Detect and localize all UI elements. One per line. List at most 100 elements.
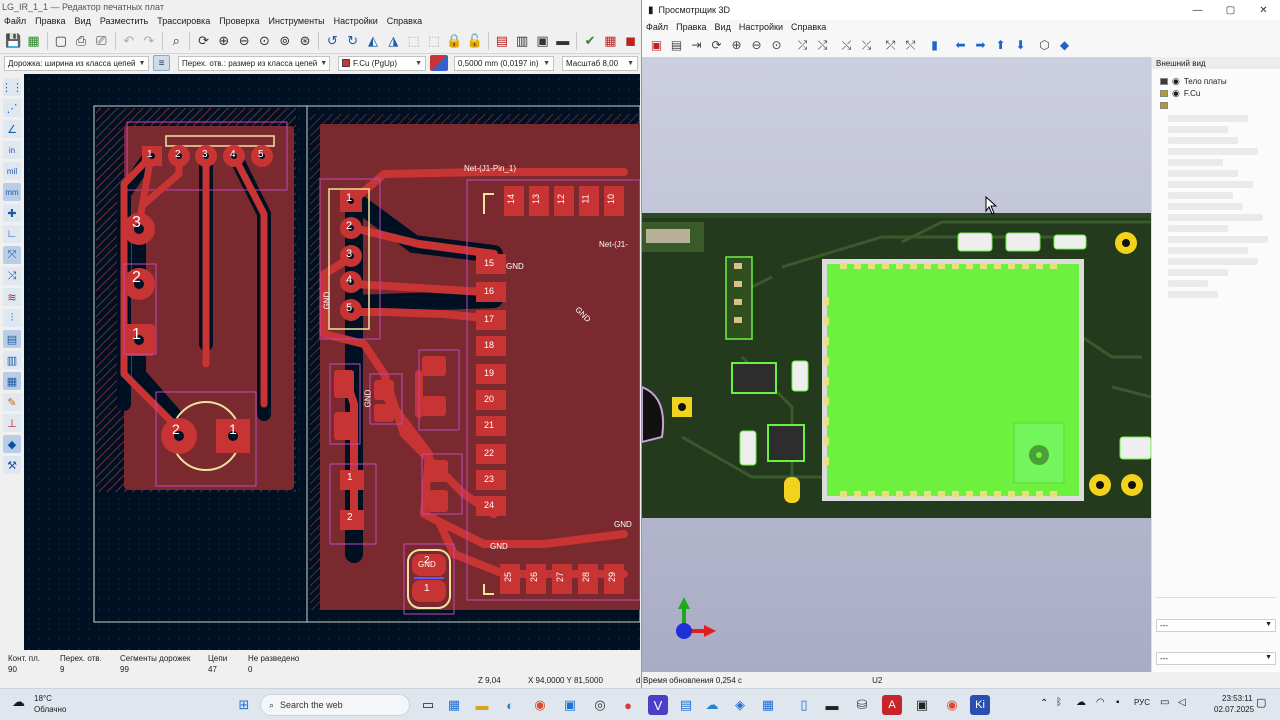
- wifi-icon[interactable]: ◠: [1096, 697, 1105, 708]
- app-icon[interactable]: ◈: [730, 695, 750, 715]
- net-highlight-icon[interactable]: ✎: [3, 393, 21, 411]
- find-icon[interactable]: ⌕: [167, 31, 185, 50]
- board-setup-icon[interactable]: ▦: [24, 31, 42, 50]
- ungroup-icon[interactable]: ⬚: [425, 31, 443, 50]
- layer-row-fcu[interactable]: ◉ F.Cu: [1152, 87, 1280, 99]
- grid-override-icon[interactable]: ⋰: [3, 99, 21, 117]
- rotate-y-ccw-icon[interactable]: ⤰: [858, 37, 875, 54]
- ratsnest-icon[interactable]: ⤧: [3, 246, 21, 264]
- menu-place[interactable]: Разместить: [100, 16, 148, 26]
- rotate-z-cw-icon[interactable]: ⤱: [882, 37, 899, 54]
- taskbar-search[interactable]: ⌕ Search the web: [260, 694, 410, 716]
- units-mil-icon[interactable]: mil: [3, 162, 21, 180]
- footprint-editor-icon[interactable]: ▬: [554, 31, 572, 50]
- grid-select[interactable]: 0,5000 mm (0,0197 in) ▼: [454, 55, 554, 71]
- v-menu-file[interactable]: Файл: [646, 22, 668, 32]
- zoom-select[interactable]: Масштаб 8,00 ▼: [562, 55, 638, 71]
- menu-inspect[interactable]: Проверка: [219, 16, 259, 26]
- v-menu-view[interactable]: Вид: [715, 22, 731, 32]
- lock-icon[interactable]: 🔒: [445, 31, 463, 50]
- rotate-ccw-icon[interactable]: ↺: [323, 31, 341, 50]
- print-icon[interactable]: ⎙: [72, 31, 90, 50]
- chrome-icon[interactable]: ◉: [942, 695, 962, 715]
- task-view-icon[interactable]: ▭: [418, 695, 438, 715]
- ortho-icon[interactable]: ⬡: [1036, 37, 1053, 54]
- reload-icon[interactable]: ⟳: [708, 37, 725, 54]
- via-size-select[interactable]: Перех. отв.: размер из класса цепей ▼: [178, 55, 330, 71]
- flip-board-icon[interactable]: ▮: [926, 37, 943, 54]
- store-icon[interactable]: ▣: [560, 695, 580, 715]
- console-icon[interactable]: ▣: [912, 695, 932, 715]
- mirror-icon[interactable]: ◮: [384, 31, 402, 50]
- file-explorer-icon[interactable]: ▬: [472, 695, 492, 715]
- app-icon[interactable]: ◎: [590, 695, 610, 715]
- zoom-fit-icon[interactable]: ⊙: [255, 31, 273, 50]
- drc-icon[interactable]: ✔: [581, 31, 599, 50]
- terminal-icon[interactable]: ▬: [822, 695, 842, 715]
- curved-ratsnest-icon[interactable]: ⤨: [3, 267, 21, 285]
- save-icon[interactable]: 💾: [4, 31, 22, 50]
- zoom-selection-icon[interactable]: ⊛: [296, 31, 314, 50]
- track-auto-width-icon[interactable]: ≡: [153, 55, 170, 71]
- viewer3d-canvas[interactable]: [642, 57, 1151, 672]
- rotate-x-cw-icon[interactable]: ⤮: [794, 37, 811, 54]
- cloud-icon[interactable]: ☁: [1076, 697, 1086, 708]
- refresh-icon[interactable]: ⟳: [194, 31, 212, 50]
- clock-date[interactable]: 02.07.2025: [1214, 705, 1254, 714]
- angle-icon[interactable]: ∟: [3, 225, 21, 243]
- unlock-icon[interactable]: 🔓: [465, 31, 483, 50]
- v-zoom-in-icon[interactable]: ⊕: [728, 37, 745, 54]
- v-zoom-out-icon[interactable]: ⊖: [748, 37, 765, 54]
- app-icon[interactable]: ☁: [702, 695, 722, 715]
- edge-icon[interactable]: ◐: [500, 695, 520, 715]
- layer-row[interactable]: [1152, 99, 1280, 111]
- app-icon[interactable]: ▦: [758, 695, 778, 715]
- viewport-select[interactable]: --- ▼: [1156, 652, 1276, 665]
- chat-icon[interactable]: ▦: [444, 695, 464, 715]
- start-icon[interactable]: ⊞: [234, 695, 254, 715]
- appearance-panel-icon[interactable]: ◆: [1056, 37, 1073, 54]
- netlist-icon[interactable]: ▤: [493, 31, 511, 50]
- bluetooth-icon[interactable]: ᛒ: [1056, 697, 1062, 708]
- chrome-icon[interactable]: ◉: [530, 695, 550, 715]
- layer-pair-icon[interactable]: [430, 55, 448, 71]
- rotate-y-cw-icon[interactable]: ⤯: [838, 37, 855, 54]
- layer-swatch[interactable]: [1160, 77, 1168, 85]
- menu-help[interactable]: Справка: [387, 16, 422, 26]
- v-zoom-fit-icon[interactable]: ⊙: [768, 37, 785, 54]
- tray-chevron-icon[interactable]: ⌃: [1040, 698, 1048, 709]
- weather-temp[interactable]: 18°C: [34, 694, 52, 703]
- units-inch-icon[interactable]: in: [3, 141, 21, 159]
- zoom-out-icon[interactable]: ⊖: [235, 31, 253, 50]
- track-width-select[interactable]: Дорожка: ширина из класса цепей ▼: [4, 55, 149, 71]
- weather-desc[interactable]: Облачно: [34, 705, 66, 714]
- visual-studio-icon[interactable]: V: [648, 695, 668, 715]
- group-icon[interactable]: ⬚: [404, 31, 422, 50]
- cursor-shape-icon[interactable]: ✚: [3, 204, 21, 222]
- app-tray-icon[interactable]: ▪: [1116, 697, 1120, 708]
- pcb-canvas[interactable]: 1 2 3 4 5 3 2 1 2 1 1 2 3 4 5 Net-(J1-Pi…: [24, 74, 640, 650]
- zoom-in-icon[interactable]: ⊕: [215, 31, 233, 50]
- redo-icon[interactable]: ↷: [140, 31, 158, 50]
- weather-icon[interactable]: ☁: [12, 694, 25, 710]
- render-raytrace-icon[interactable]: ▣: [648, 37, 665, 54]
- menu-edit[interactable]: Правка: [35, 16, 65, 26]
- plot-icon[interactable]: ⎚: [92, 31, 110, 50]
- via-outline-icon[interactable]: ⫶: [3, 309, 21, 327]
- polar-coords-icon[interactable]: ∠: [3, 120, 21, 138]
- export-icon[interactable]: ⇥: [688, 37, 705, 54]
- track-outline-icon[interactable]: ≋: [3, 288, 21, 306]
- plugin-icon[interactable]: ◼: [622, 31, 640, 50]
- rotate-x-ccw-icon[interactable]: ⤭: [814, 37, 831, 54]
- kicad-icon[interactable]: Ki: [970, 695, 990, 715]
- app-icon[interactable]: ▯: [794, 695, 814, 715]
- app-icon[interactable]: ●: [618, 695, 638, 715]
- minimize-icon[interactable]: —: [1181, 2, 1214, 18]
- grid-toggle-icon[interactable]: ⋮⋮: [1, 78, 23, 96]
- layer-swatch[interactable]: [1160, 89, 1168, 97]
- move-left-icon[interactable]: ⬅: [952, 37, 969, 54]
- zoom-objects-icon[interactable]: ⊚: [276, 31, 294, 50]
- layer-swatch[interactable]: [1160, 101, 1168, 109]
- maximize-icon[interactable]: ▢: [1214, 2, 1247, 18]
- undo-icon[interactable]: ↶: [120, 31, 138, 50]
